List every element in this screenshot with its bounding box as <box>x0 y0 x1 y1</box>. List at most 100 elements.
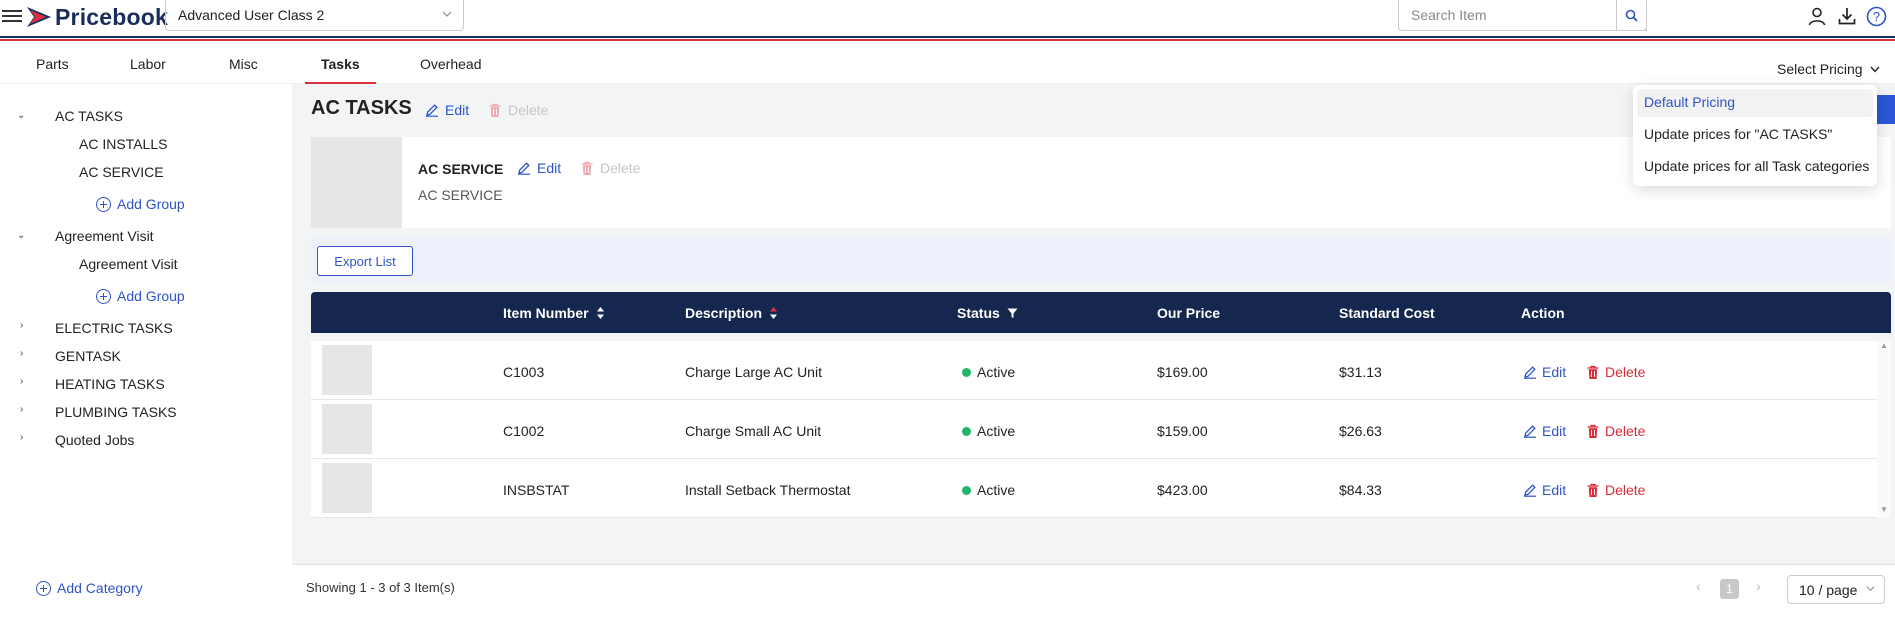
category-agreement-visit[interactable]: Agreement Visit <box>55 228 154 244</box>
add-category-button[interactable]: Add Category <box>36 580 143 596</box>
category-ac-tasks[interactable]: AC TASKS <box>55 108 123 124</box>
pricing-option-default[interactable]: Default Pricing <box>1637 89 1873 117</box>
trash-icon <box>581 161 593 175</box>
add-group-button[interactable]: Add Group <box>96 196 185 212</box>
row-delete-button[interactable]: Delete <box>1586 364 1645 380</box>
tab-overhead[interactable]: Overhead <box>420 56 481 82</box>
export-bar <box>311 238 1891 282</box>
item-image-placeholder <box>322 345 372 395</box>
add-circle-icon <box>96 288 111 304</box>
scroll-down-icon[interactable]: ▼ <box>1880 505 1888 514</box>
edit-label: Edit <box>1542 482 1567 498</box>
add-circle-icon <box>36 580 51 596</box>
expand-caret-icon[interactable]: › <box>20 320 23 331</box>
delete-label: Delete <box>1605 423 1646 439</box>
item-standard-cost: $31.13 <box>1339 364 1382 380</box>
footer-divider <box>292 564 1895 565</box>
expand-caret-icon[interactable]: › <box>20 404 23 415</box>
tab-parts[interactable]: Parts <box>36 56 69 82</box>
header-stripe <box>0 36 1895 41</box>
tab-tasks[interactable]: Tasks <box>305 56 376 85</box>
item-number[interactable]: INSBSTAT <box>503 482 569 498</box>
expand-caret-icon[interactable]: › <box>20 348 23 359</box>
group-subtitle: AC SERVICE <box>418 187 503 203</box>
menu-icon[interactable] <box>2 7 22 25</box>
edit-group-button[interactable]: Edit <box>517 160 561 176</box>
status-dot-icon <box>962 427 971 436</box>
tab-misc[interactable]: Misc <box>229 56 258 82</box>
column-status[interactable]: Status <box>957 305 1018 321</box>
delete-category-button[interactable]: Delete <box>488 102 548 118</box>
column-item-number[interactable]: Item Number <box>503 305 605 321</box>
add-category-label: Add Category <box>57 580 143 596</box>
item-status: Active <box>962 423 1015 439</box>
edit-label: Edit <box>1542 364 1567 380</box>
trash-icon <box>1587 424 1599 438</box>
download-icon[interactable] <box>1836 5 1858 27</box>
edit-icon <box>426 104 438 117</box>
edit-icon <box>1524 484 1536 497</box>
class-select-value: Advanced User Class 2 <box>178 7 325 23</box>
category-electric-tasks[interactable]: ELECTRIC TASKS <box>55 320 173 336</box>
item-number[interactable]: C1003 <box>503 364 544 380</box>
row-delete-button[interactable]: Delete <box>1586 423 1645 439</box>
category-heating-tasks[interactable]: HEATING TASKS <box>55 376 165 392</box>
app-name: Pricebook <box>55 3 169 30</box>
table-scrollbar[interactable] <box>1877 341 1891 518</box>
row-delete-button[interactable]: Delete <box>1586 482 1645 498</box>
page-number[interactable]: 1 <box>1720 579 1739 599</box>
tab-bar: Parts Labor Misc Tasks Overhead <box>0 44 1895 85</box>
pricing-option-update-category[interactable]: Update prices for "AC TASKS" <box>1637 121 1873 149</box>
group-ac-service[interactable]: AC SERVICE <box>79 164 164 180</box>
item-description: Charge Large AC Unit <box>685 364 822 380</box>
expand-caret-icon[interactable]: › <box>20 432 23 443</box>
add-group-button[interactable]: Add Group <box>96 288 185 304</box>
collapse-caret-icon[interactable]: ⌄ <box>17 230 25 241</box>
column-label: Status <box>957 305 1000 321</box>
item-image-placeholder <box>322 404 372 454</box>
edit-label: Edit <box>445 102 470 118</box>
category-plumbing-tasks[interactable]: PLUMBING TASKS <box>55 404 177 420</box>
expand-caret-icon[interactable]: › <box>20 376 23 387</box>
delete-label: Delete <box>1605 482 1646 498</box>
help-icon[interactable]: ? <box>1865 5 1887 27</box>
app-logo[interactable]: Pricebook <box>26 3 168 31</box>
class-select[interactable]: Advanced User Class 2 <box>165 0 464 31</box>
search-input[interactable] <box>1399 0 1646 30</box>
group-agreement-visit[interactable]: Agreement Visit <box>79 256 178 272</box>
delete-label: Delete <box>1605 364 1646 380</box>
prev-page-icon[interactable]: ‹ <box>1696 578 1701 594</box>
column-standard-cost: Standard Cost <box>1339 305 1435 321</box>
collapse-caret-icon[interactable]: ⌄ <box>17 110 25 121</box>
page-size-value: 10 / page <box>1799 582 1858 598</box>
item-number[interactable]: C1002 <box>503 423 544 439</box>
column-description[interactable]: Description <box>685 305 778 321</box>
export-list-button[interactable]: Export List <box>317 246 413 276</box>
row-edit-button[interactable]: Edit <box>1523 482 1566 498</box>
edit-category-button[interactable]: Edit <box>425 102 469 118</box>
page-size-select[interactable]: 10 / page <box>1787 575 1885 604</box>
search-button[interactable] <box>1616 0 1647 31</box>
row-edit-button[interactable]: Edit <box>1523 364 1566 380</box>
group-title: AC SERVICE <box>418 161 504 177</box>
status-dot-icon <box>962 368 971 377</box>
status-label: Active <box>977 482 1016 498</box>
group-ac-installs[interactable]: AC INSTALLS <box>79 136 167 152</box>
pricebook-logo-icon <box>27 7 51 27</box>
delete-group-button[interactable]: Delete <box>580 160 640 176</box>
row-edit-button[interactable]: Edit <box>1523 423 1566 439</box>
scroll-up-icon[interactable]: ▲ <box>1880 341 1888 350</box>
sort-descending-icon <box>770 307 778 319</box>
chevron-down-icon <box>1870 66 1880 73</box>
sort-icon <box>596 307 604 319</box>
pricing-option-update-all[interactable]: Update prices for all Task categories <box>1637 153 1873 181</box>
tab-labor[interactable]: Labor <box>130 56 166 82</box>
add-group-label: Add Group <box>117 196 185 212</box>
category-quoted-jobs[interactable]: Quoted Jobs <box>55 432 134 448</box>
item-status: Active <box>962 364 1015 380</box>
category-gentask[interactable]: GENTASK <box>55 348 121 364</box>
next-page-icon[interactable]: › <box>1756 578 1761 594</box>
user-icon[interactable] <box>1806 5 1828 27</box>
select-pricing-dropdown[interactable]: Select Pricing <box>1777 61 1881 77</box>
status-dot-icon <box>962 486 971 495</box>
